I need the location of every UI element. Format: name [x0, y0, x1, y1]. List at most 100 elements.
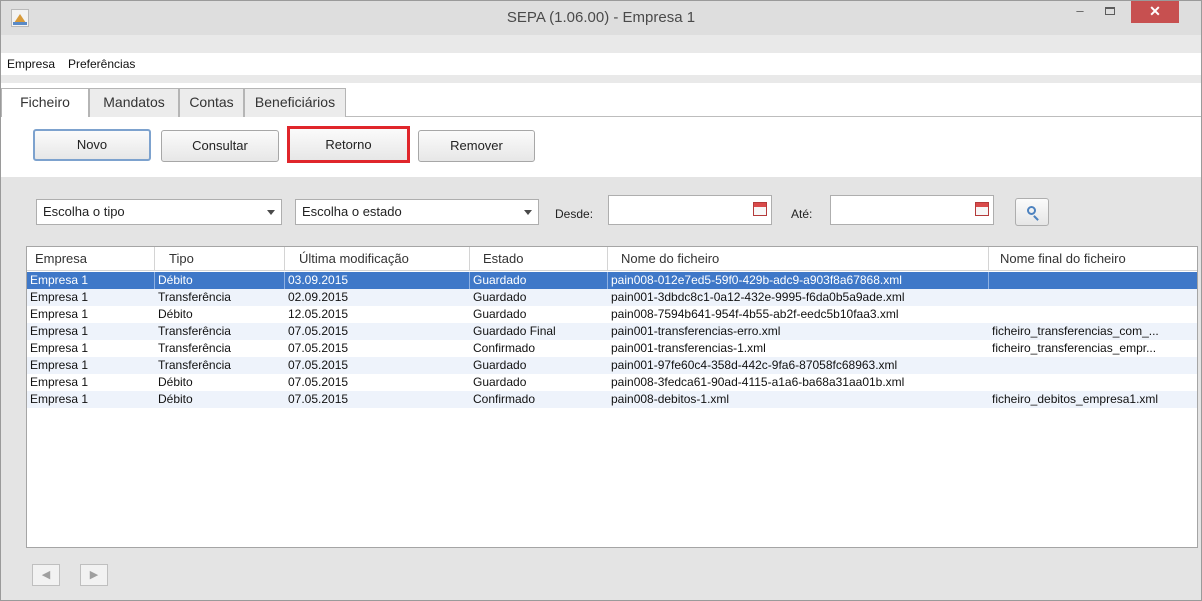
cell-data: 12.05.2015: [288, 307, 349, 321]
cell-nome-final: [989, 357, 1197, 374]
cell-data: 07.05.2015: [288, 392, 349, 406]
table-header: Empresa Tipo Última modificação Estado N…: [27, 247, 1197, 271]
next-page-button[interactable]: ▶: [80, 564, 108, 586]
cell-tipo: Débito: [158, 307, 193, 321]
consultar-button[interactable]: Consultar: [161, 130, 279, 162]
cell-tipo: Transferência: [158, 324, 231, 338]
tab-mandatos[interactable]: Mandatos: [89, 88, 179, 117]
cell-empresa: Empresa 1: [30, 324, 89, 338]
table-row[interactable]: Empresa 1 Débito 12.05.2015 Guardado pai…: [27, 306, 1197, 323]
cell-tipo: Débito: [155, 272, 285, 289]
tab-contas[interactable]: Contas: [179, 88, 244, 117]
cell-empresa: Empresa 1: [30, 358, 89, 372]
cell-data: 07.05.2015: [288, 341, 349, 355]
pagination-bar: ◀ ▶: [1, 548, 1201, 600]
cell-nome-final: [989, 289, 1197, 306]
table-row[interactable]: Empresa 1 Débito 07.05.2015 Confirmado p…: [27, 391, 1197, 408]
cell-nome-final: ficheiro_transferencias_empr...: [992, 341, 1157, 355]
cell-tipo: Transferência: [158, 341, 231, 355]
cell-data: 07.05.2015: [288, 324, 349, 338]
menu-preferencias[interactable]: Preferências: [68, 57, 135, 71]
cell-nome-ficheiro: pain001-3dbdc8c1-0a12-432e-9995-f6da0b5a…: [611, 290, 905, 304]
cell-nome-final: [989, 272, 1197, 289]
calendar-icon[interactable]: [753, 202, 767, 216]
novo-button[interactable]: Novo: [33, 129, 151, 161]
cell-empresa: Empresa 1: [30, 341, 89, 355]
maximize-button[interactable]: [1096, 1, 1124, 23]
column-header-nome-final[interactable]: Nome final do ficheiro: [989, 247, 1197, 271]
remover-button[interactable]: Remover: [418, 130, 535, 162]
tipo-dropdown[interactable]: Escolha o tipo: [36, 199, 282, 225]
minimize-button[interactable]: –: [1066, 1, 1094, 23]
cell-estado: Guardado: [473, 375, 527, 389]
tab-bar: Ficheiro Mandatos Contas Beneficiários: [1, 83, 1201, 118]
column-header-empresa[interactable]: Empresa: [27, 247, 155, 271]
column-header-nome-ficheiro[interactable]: Nome do ficheiro: [608, 247, 989, 271]
cell-nome-ficheiro: pain001-97fe60c4-358d-442c-9fa6-87058fc6…: [611, 358, 898, 372]
previous-page-button[interactable]: ◀: [32, 564, 60, 586]
title-bar[interactable]: SEPA (1.06.00) - Empresa 1 – ✕: [1, 1, 1201, 35]
cell-estado: Guardado Final: [473, 324, 556, 338]
window-title: SEPA (1.06.00) - Empresa 1: [506, 9, 696, 26]
cell-tipo: Transferência: [158, 358, 231, 372]
menu-bar: Empresa Preferências: [1, 53, 1201, 75]
cell-nome-ficheiro: pain008-012e7ed5-59f0-429b-adc9-a903f8a6…: [608, 272, 989, 289]
cell-nome-final: ficheiro_debitos_empresa1.xml: [992, 392, 1159, 406]
cell-data: 02.09.2015: [288, 290, 349, 304]
search-icon: [1027, 206, 1036, 215]
maximize-icon: [1105, 7, 1115, 15]
table-row[interactable]: Empresa 1 Transferência 07.05.2015 Guard…: [27, 357, 1197, 374]
table-row[interactable]: Empresa 1 Débito 03.09.2015 Guardado pai…: [27, 272, 1197, 289]
tab-beneficiarios[interactable]: Beneficiários: [244, 88, 346, 117]
arrow-left-icon: ◀: [41, 569, 51, 581]
estado-dropdown-value: Escolha o estado: [302, 204, 402, 219]
chevron-down-icon: [524, 210, 532, 215]
cell-tipo: Débito: [158, 375, 193, 389]
table-row[interactable]: Empresa 1 Débito 07.05.2015 Guardado pai…: [27, 374, 1197, 391]
cell-empresa: Empresa 1: [30, 307, 89, 321]
cell-estado: Guardado: [470, 272, 608, 289]
cell-nome-final: ficheiro_transferencias_com_...: [992, 324, 1159, 338]
tipo-dropdown-value: Escolha o tipo: [43, 204, 125, 219]
cell-estado: Confirmado: [473, 392, 536, 406]
cell-nome-ficheiro: pain008-3fedca61-90ad-4115-a1a6-ba68a31a…: [611, 375, 905, 389]
cell-estado: Confirmado: [473, 341, 536, 355]
table-row[interactable]: Empresa 1 Transferência 02.09.2015 Guard…: [27, 289, 1197, 306]
cell-nome-ficheiro: pain001-transferencias-1.xml: [611, 341, 766, 355]
search-button[interactable]: [1015, 198, 1049, 226]
application-window: SEPA (1.06.00) - Empresa 1 – ✕ Empresa P…: [0, 0, 1202, 601]
close-button[interactable]: ✕: [1131, 1, 1179, 23]
cell-empresa: Empresa 1: [30, 290, 89, 304]
cell-nome-ficheiro: pain001-transferencias-erro.xml: [611, 324, 781, 338]
desde-date-field[interactable]: [608, 195, 772, 225]
cell-estado: Guardado: [473, 358, 527, 372]
column-header-estado[interactable]: Estado: [470, 247, 608, 271]
cell-nome-ficheiro: pain008-debitos-1.xml: [611, 392, 730, 406]
cell-estado: Guardado: [473, 290, 527, 304]
cell-nome-final: [989, 374, 1197, 391]
cell-empresa: Empresa 1: [30, 392, 89, 406]
cell-tipo: Transferência: [158, 290, 231, 304]
column-header-tipo[interactable]: Tipo: [155, 247, 285, 271]
ate-label: Até:: [791, 207, 813, 221]
cell-data: 07.05.2015: [288, 358, 349, 372]
calendar-icon[interactable]: [975, 202, 989, 216]
cell-data: 07.05.2015: [288, 375, 349, 389]
cell-empresa: Empresa 1: [30, 375, 89, 389]
table-row[interactable]: Empresa 1 Transferência 07.05.2015 Confi…: [27, 340, 1197, 357]
tab-ficheiro[interactable]: Ficheiro: [1, 88, 89, 118]
retorno-button[interactable]: Retorno: [287, 126, 410, 163]
files-table: Empresa Tipo Última modificação Estado N…: [26, 246, 1198, 548]
ate-date-field[interactable]: [830, 195, 994, 225]
cell-estado: Guardado: [473, 307, 527, 321]
estado-dropdown[interactable]: Escolha o estado: [295, 199, 539, 225]
chevron-down-icon: [267, 210, 275, 215]
table-row[interactable]: Empresa 1 Transferência 07.05.2015 Guard…: [27, 323, 1197, 340]
cell-nome-ficheiro: pain008-7594b641-954f-4b55-ab2f-eedc5b10…: [611, 307, 899, 321]
cell-data: 03.09.2015: [285, 272, 470, 289]
column-header-ultima-modificacao[interactable]: Última modificação: [285, 247, 470, 271]
cell-empresa: Empresa 1: [27, 272, 155, 289]
cell-nome-final: [989, 306, 1197, 323]
arrow-right-icon: ▶: [89, 569, 99, 581]
menu-empresa[interactable]: Empresa: [7, 57, 55, 71]
